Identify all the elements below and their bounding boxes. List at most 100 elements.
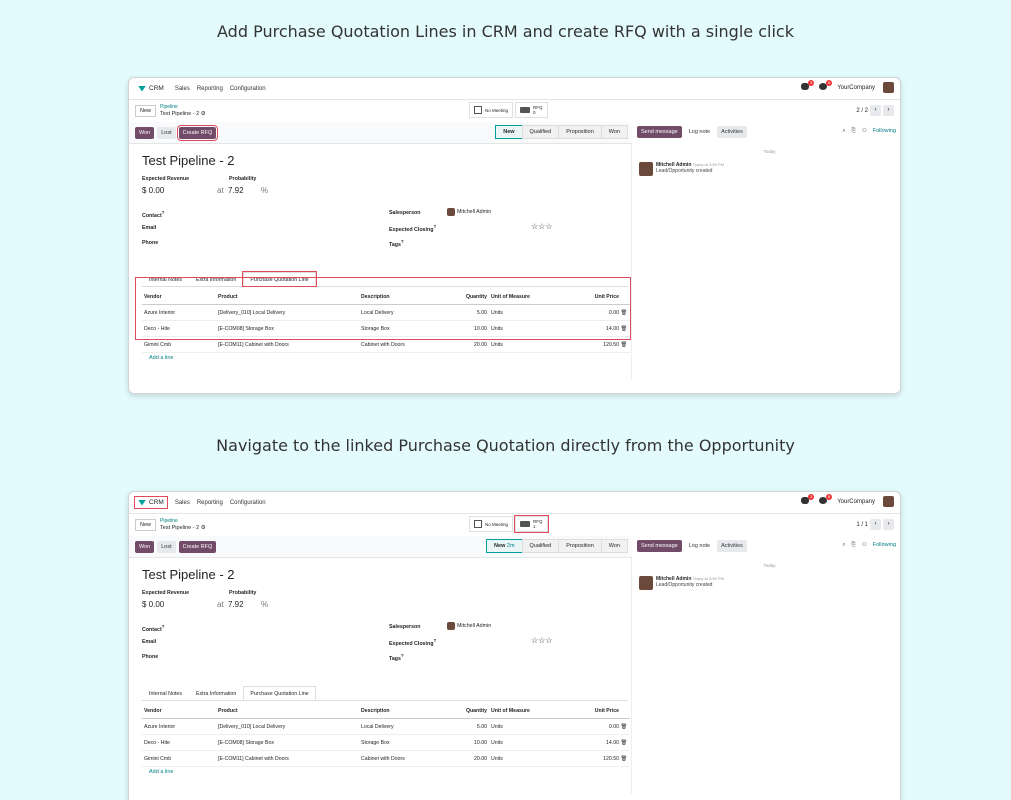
cell-product: [E-COM08] Storage Box (218, 739, 274, 746)
app-switcher[interactable]: CRM (134, 496, 168, 509)
stage-won[interactable]: Won (600, 125, 628, 139)
add-line-link[interactable]: Add a line (149, 355, 173, 361)
tab-internal-notes[interactable]: Internal Notes (142, 686, 189, 700)
breadcrumb-parent[interactable]: Pipeline (160, 518, 206, 525)
chatter-panel: Send message Log note Activities ⌕ ⎘ ⚇ F… (637, 122, 900, 393)
send-message-button[interactable]: Send message (637, 126, 682, 138)
trash-icon[interactable]: 🗑 (619, 724, 627, 730)
activities-clock-icon[interactable]: 6 (819, 494, 833, 506)
stage-won[interactable]: Won (600, 539, 628, 553)
menu-configuration[interactable]: Configuration (230, 86, 266, 92)
expected-revenue-value[interactable]: $ 0.00 (142, 600, 164, 609)
table-row[interactable]: Gimini Cmb [E-COM11] Cabinet with Doors Ca… (142, 751, 630, 767)
trash-icon[interactable]: 🗑 (619, 740, 627, 746)
salesperson-value: Mitchell Admin (457, 623, 492, 629)
priority-stars[interactable]: ☆☆☆ (531, 222, 553, 231)
create-rfq-button[interactable]: Create RFQ (178, 540, 217, 553)
lost-button[interactable]: Lost (157, 126, 176, 139)
app-name: CRM (149, 85, 164, 92)
pager-next-icon[interactable]: › (883, 105, 894, 116)
stage-new[interactable]: New 2m (486, 539, 523, 553)
stage-proposition[interactable]: Proposition (558, 539, 602, 553)
gear-icon[interactable]: ⚙ (201, 525, 206, 531)
messages-icon[interactable]: 3 (801, 494, 815, 506)
breadcrumb-parent[interactable]: Pipeline (160, 104, 206, 111)
menu-reporting[interactable]: Reporting (197, 86, 223, 92)
rfq-smart-button[interactable]: RFQ 1 (514, 515, 549, 533)
trash-icon[interactable]: 🗑 (619, 342, 627, 348)
col-unit-price[interactable]: Unit Price (566, 708, 619, 714)
app-switcher[interactable]: CRM (135, 83, 167, 94)
col-uom[interactable]: Unit of Measure (491, 708, 566, 714)
salesperson-field[interactable]: Mitchell Admin (447, 208, 491, 216)
trash-icon[interactable]: 🗑 (619, 756, 627, 762)
stage-proposition[interactable]: Proposition (558, 125, 602, 139)
expected-revenue-value[interactable]: $ 0.00 (142, 186, 164, 195)
log-note-button[interactable]: Log note (685, 540, 714, 552)
activities-button[interactable]: Activities (717, 540, 747, 552)
menu-sales[interactable]: Sales (175, 86, 190, 92)
col-quantity[interactable]: Quantity (449, 708, 491, 714)
pager-prev-icon[interactable]: ‹ (870, 519, 881, 530)
add-line-link[interactable]: Add a line (149, 769, 173, 775)
cell-product: [E-COM11] Cabinet with Doors (218, 341, 289, 348)
record-title[interactable]: Test Pipeline - 2 (142, 153, 235, 168)
pager-next-icon[interactable]: › (883, 519, 894, 530)
messages-icon[interactable]: 3 (801, 80, 815, 92)
menu-reporting[interactable]: Reporting (197, 500, 223, 506)
following-button[interactable]: Following (873, 128, 896, 135)
pager-value: 2 / 2 (856, 107, 868, 114)
stage-qualified[interactable]: Qualified (521, 125, 560, 139)
user-avatar[interactable] (883, 496, 894, 507)
activities-clock-icon[interactable]: 6 (819, 80, 833, 92)
crm-logo-icon (138, 85, 146, 92)
send-message-button[interactable]: Send message (637, 540, 682, 552)
lost-button[interactable]: Lost (157, 540, 176, 553)
won-button[interactable]: Won (135, 126, 155, 139)
activities-button[interactable]: Activities (717, 126, 747, 138)
company-name[interactable]: YourCompany (837, 499, 875, 505)
stage-duration: 2m (506, 543, 515, 549)
cell-uom: Units (491, 723, 503, 730)
priority-stars[interactable]: ☆☆☆ (531, 636, 553, 645)
tab-purchase-quotation-line[interactable]: Purchase Quotation Line (243, 686, 316, 700)
col-product[interactable]: Product (218, 708, 361, 714)
probability-value[interactable]: 7.92 (228, 600, 244, 609)
menu-sales[interactable]: Sales (175, 500, 190, 506)
stage-new[interactable]: New (495, 125, 523, 139)
log-note-button[interactable]: Log note (685, 126, 714, 138)
paperclip-icon[interactable]: ⎘ (851, 128, 855, 135)
tab-extra-information[interactable]: Extra Information (189, 686, 243, 700)
search-icon[interactable]: ⌕ (842, 128, 845, 135)
followers-icon[interactable]: ⚇ (862, 128, 867, 135)
menu-configuration[interactable]: Configuration (230, 500, 266, 506)
table-row[interactable]: Deco - Hite [E-COM08] Storage Box Storage … (142, 735, 630, 751)
gear-icon[interactable]: ⚙ (201, 111, 206, 117)
won-button[interactable]: Won (135, 540, 155, 553)
rfq-smart-button[interactable]: RFQ 0 (515, 102, 548, 118)
followers-icon[interactable]: ⚇ (862, 542, 867, 549)
caption-bottom: Navigate to the linked Purchase Quotatio… (216, 436, 795, 455)
expected-closing-label: Expected Closing? (389, 224, 437, 233)
new-button[interactable]: New (135, 105, 157, 117)
create-rfq-button[interactable]: Create RFQ (176, 124, 219, 141)
col-description[interactable]: Description (361, 708, 449, 714)
new-button[interactable]: New (135, 519, 157, 531)
table-row[interactable]: Azure Interior [Delivery_010] Local Deliv… (142, 719, 630, 735)
following-button[interactable]: Following (873, 542, 896, 549)
user-avatar[interactable] (883, 82, 894, 93)
message-body: Lead/Opportunity created (656, 582, 713, 588)
stage-qualified[interactable]: Qualified (521, 539, 560, 553)
search-icon[interactable]: ⌕ (842, 542, 845, 549)
record-title[interactable]: Test Pipeline - 2 (142, 567, 235, 582)
paperclip-icon[interactable]: ⎘ (851, 542, 855, 549)
company-name[interactable]: YourCompany (837, 85, 875, 91)
breadcrumb-current: Test Pipeline - 2 (160, 111, 200, 117)
probability-value[interactable]: 7.92 (228, 186, 244, 195)
meeting-smart-button[interactable]: No Meeting (469, 516, 514, 532)
percent-sign: % (261, 600, 269, 609)
pager-prev-icon[interactable]: ‹ (870, 105, 881, 116)
salesperson-field[interactable]: Mitchell Admin (447, 622, 491, 630)
col-vendor[interactable]: Vendor (142, 708, 218, 714)
meeting-smart-button[interactable]: No Meeting (469, 102, 514, 118)
